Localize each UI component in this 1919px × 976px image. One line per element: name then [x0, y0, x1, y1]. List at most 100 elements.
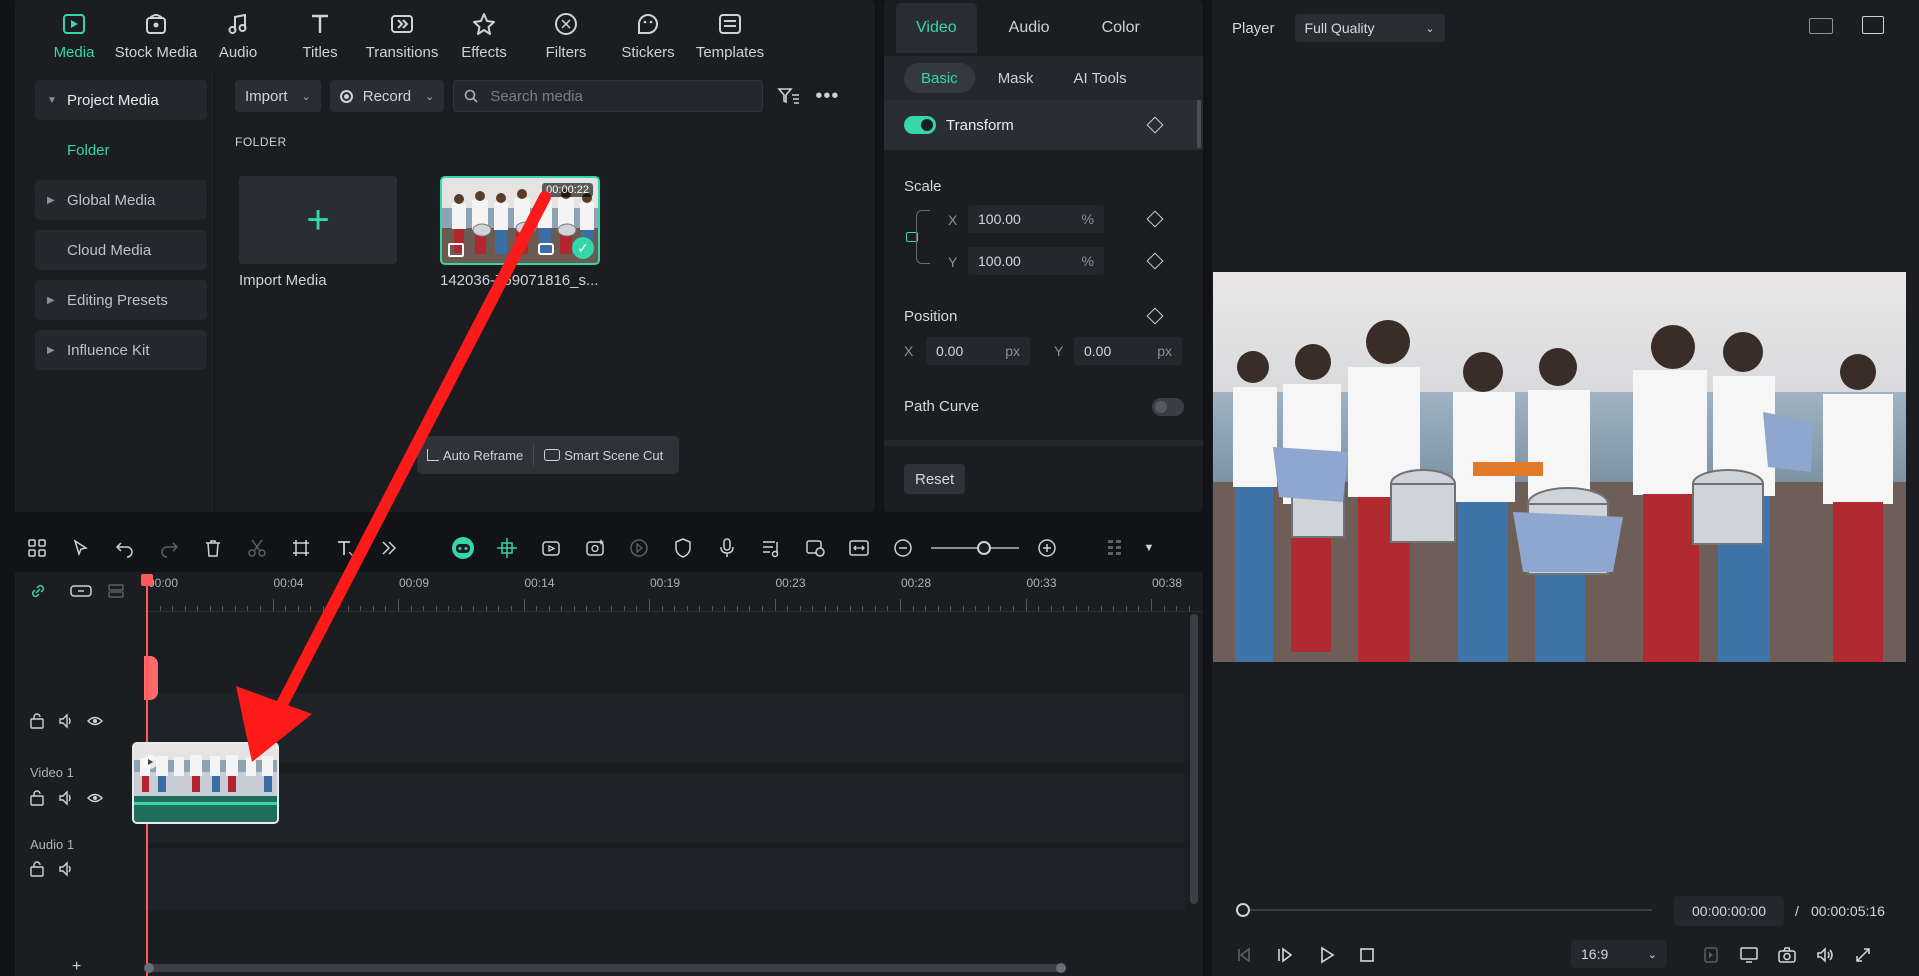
tab-stickers[interactable]: Stickers [607, 0, 689, 68]
sidebar-item-project-media[interactable]: ▼ Project Media [35, 80, 207, 120]
audio-mixer-icon[interactable] [749, 528, 793, 568]
track-manager-icon[interactable] [107, 582, 125, 600]
tab-media[interactable]: Media [33, 0, 115, 68]
auto-beat-icon[interactable] [529, 528, 573, 568]
playhead-handle[interactable] [141, 574, 153, 586]
track-volume-icon[interactable] [57, 860, 75, 878]
compare-view-icon[interactable] [1809, 18, 1833, 34]
properties-scrollbar[interactable] [1197, 100, 1201, 148]
media-clip-thumbnail[interactable]: 00:00:22 ✓ [440, 176, 600, 265]
sidebar-item-global-media[interactable]: ▶ Global Media [35, 180, 207, 220]
next-frame-icon[interactable] [1272, 942, 1298, 968]
tab-transitions[interactable]: Transitions [361, 0, 443, 68]
redo-icon[interactable] [147, 528, 191, 568]
auto-reframe-button[interactable]: Auto Reframe [417, 448, 533, 463]
tab-filters[interactable]: Filters [525, 0, 607, 68]
more-tools-icon[interactable] [367, 528, 411, 568]
undo-icon[interactable] [103, 528, 147, 568]
tab-video[interactable]: Video [896, 3, 977, 53]
scale-x-field[interactable]: 100.00 % [968, 205, 1104, 233]
tab-titles[interactable]: Titles [279, 0, 361, 68]
keyframe-diamond-icon[interactable] [1146, 116, 1164, 134]
microphone-icon[interactable] [705, 528, 749, 568]
group-link-icon[interactable] [69, 582, 93, 600]
path-curve-toggle[interactable] [1152, 398, 1184, 416]
previous-frame-icon[interactable] [1232, 942, 1258, 968]
subtab-ai-tools[interactable]: AI Tools [1057, 63, 1144, 93]
track-lock-icon[interactable] [28, 789, 46, 807]
sidebar-item-folder[interactable]: Folder [35, 130, 207, 170]
ai-copilot-icon[interactable] [441, 528, 485, 568]
add-track-plus-icon[interactable]: + [72, 958, 81, 976]
more-options-icon[interactable]: ••• [815, 84, 839, 108]
playback-progress-knob[interactable] [1236, 903, 1250, 917]
split-scissors-icon[interactable] [235, 528, 279, 568]
sidebar-item-cloud-media[interactable]: Cloud Media [35, 230, 207, 270]
track-volume-icon[interactable] [57, 789, 75, 807]
track-visibility-eye-icon[interactable] [86, 712, 104, 730]
delete-trash-icon[interactable] [191, 528, 235, 568]
tab-audio[interactable]: Audio [197, 0, 279, 68]
link-icon[interactable] [29, 582, 47, 600]
fullscreen-icon[interactable] [1850, 942, 1876, 968]
select-pointer-icon[interactable] [59, 528, 103, 568]
tab-audio-props[interactable]: Audio [989, 3, 1070, 53]
fit-width-icon[interactable] [837, 528, 881, 568]
keyframe-diamond-icon[interactable] [1146, 252, 1164, 270]
video-preview[interactable] [1213, 272, 1906, 662]
position-x-field[interactable]: 0.00 px [926, 337, 1030, 365]
transform-toggle[interactable] [904, 116, 936, 134]
filter-sort-icon[interactable] [777, 84, 801, 108]
zoom-slider-knob[interactable] [976, 541, 991, 555]
current-timecode[interactable]: 00:00:00:00 [1674, 896, 1784, 926]
reset-button[interactable]: Reset [904, 464, 966, 494]
tab-color[interactable]: Color [1082, 3, 1160, 53]
keyframe-diamond-icon[interactable] [1146, 210, 1164, 228]
track-view-icon[interactable] [1093, 528, 1137, 568]
aspect-ratio-dropdown[interactable]: 16:9 ⌄ [1571, 940, 1667, 968]
stop-icon[interactable] [1354, 942, 1380, 968]
subtab-mask[interactable]: Mask [981, 63, 1051, 93]
ai-effect-icon[interactable] [573, 528, 617, 568]
tab-effects[interactable]: Effects [443, 0, 525, 68]
timeline-video-clip[interactable] [132, 742, 279, 824]
crop-icon[interactable] [279, 528, 323, 568]
chevron-down-icon[interactable]: ▼ [1137, 528, 1161, 568]
layout-grid-icon[interactable] [15, 528, 59, 568]
display-monitor-icon[interactable] [1736, 942, 1762, 968]
timeline-ruler[interactable]: 00:00 00:04 00:09 00:14 00:19 00:23 00:28 00:33… [145, 572, 1203, 612]
image-snapshot-icon[interactable] [1862, 16, 1884, 34]
keyframe-off-icon[interactable] [617, 528, 661, 568]
subtab-basic[interactable]: Basic [904, 63, 975, 93]
sidebar-item-influence-kit[interactable]: ▶ Influence Kit [35, 330, 207, 370]
play-icon[interactable] [1314, 942, 1340, 968]
camera-snapshot-icon[interactable] [1774, 942, 1800, 968]
import-media-tile[interactable]: + [239, 176, 397, 264]
volume-icon[interactable] [1812, 942, 1838, 968]
snap-magnet-icon[interactable] [485, 528, 529, 568]
keyframe-diamond-icon[interactable] [1146, 307, 1164, 325]
track-lane-video-1[interactable] [145, 773, 1185, 843]
screen-record-icon[interactable] [793, 528, 837, 568]
zoom-out-icon[interactable] [881, 528, 925, 568]
zoom-in-icon[interactable] [1025, 528, 1069, 568]
record-dropdown[interactable]: Record ⌄ [329, 80, 445, 112]
text-tool-icon[interactable] [323, 528, 367, 568]
track-volume-icon[interactable] [57, 712, 75, 730]
playback-progress-track[interactable] [1242, 909, 1652, 911]
quality-dropdown[interactable]: Full Quality ⌄ [1294, 14, 1445, 42]
timeline-vertical-scrollbar[interactable] [1190, 614, 1198, 904]
tab-stock-media[interactable]: Stock Media [115, 0, 197, 68]
track-lock-icon[interactable] [28, 712, 46, 730]
track-lock-icon[interactable] [28, 860, 46, 878]
render-preview-icon[interactable] [1698, 942, 1724, 968]
tab-templates[interactable]: Templates [689, 0, 771, 68]
sidebar-item-editing-presets[interactable]: ▶ Editing Presets [35, 280, 207, 320]
scale-y-field[interactable]: 100.00 % [968, 247, 1104, 275]
track-lane-empty[interactable] [145, 693, 1185, 763]
import-dropdown[interactable]: Import ⌄ [235, 80, 321, 112]
shield-mask-icon[interactable] [661, 528, 705, 568]
search-input[interactable] [490, 87, 741, 105]
track-lane-audio-1[interactable] [145, 848, 1185, 910]
zoom-slider[interactable] [931, 541, 1019, 555]
